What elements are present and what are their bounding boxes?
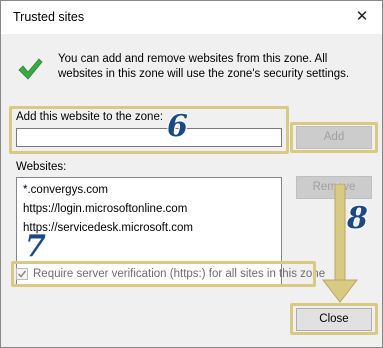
close-icon[interactable]: ✕ bbox=[351, 7, 373, 27]
add-button-highlight bbox=[290, 122, 378, 153]
step-6-number: 6 bbox=[167, 109, 188, 144]
title-bar: Trusted sites ✕ bbox=[1, 1, 382, 34]
zone-info-text: You can add and remove websites from thi… bbox=[58, 53, 350, 80]
green-check-icon bbox=[18, 58, 43, 80]
list-item[interactable]: https://servicedesk.microsoft.com bbox=[23, 222, 193, 234]
list-item[interactable]: *.convergys.com bbox=[23, 184, 108, 196]
close-button-highlight bbox=[290, 303, 378, 335]
websites-label: Websites: bbox=[16, 161, 67, 173]
trusted-sites-dialog: Trusted sites ✕ You can add and remove w… bbox=[0, 0, 383, 348]
dialog-content: You can add and remove websites from thi… bbox=[1, 34, 382, 347]
step-8-number: 8 bbox=[347, 201, 368, 236]
step-7-number: 7 bbox=[25, 229, 46, 264]
dialog-title: Trusted sites bbox=[13, 10, 85, 24]
url-input-highlight bbox=[9, 106, 289, 154]
verification-highlight bbox=[11, 261, 316, 287]
list-item[interactable]: https://login.microsoftonline.com bbox=[23, 203, 187, 215]
